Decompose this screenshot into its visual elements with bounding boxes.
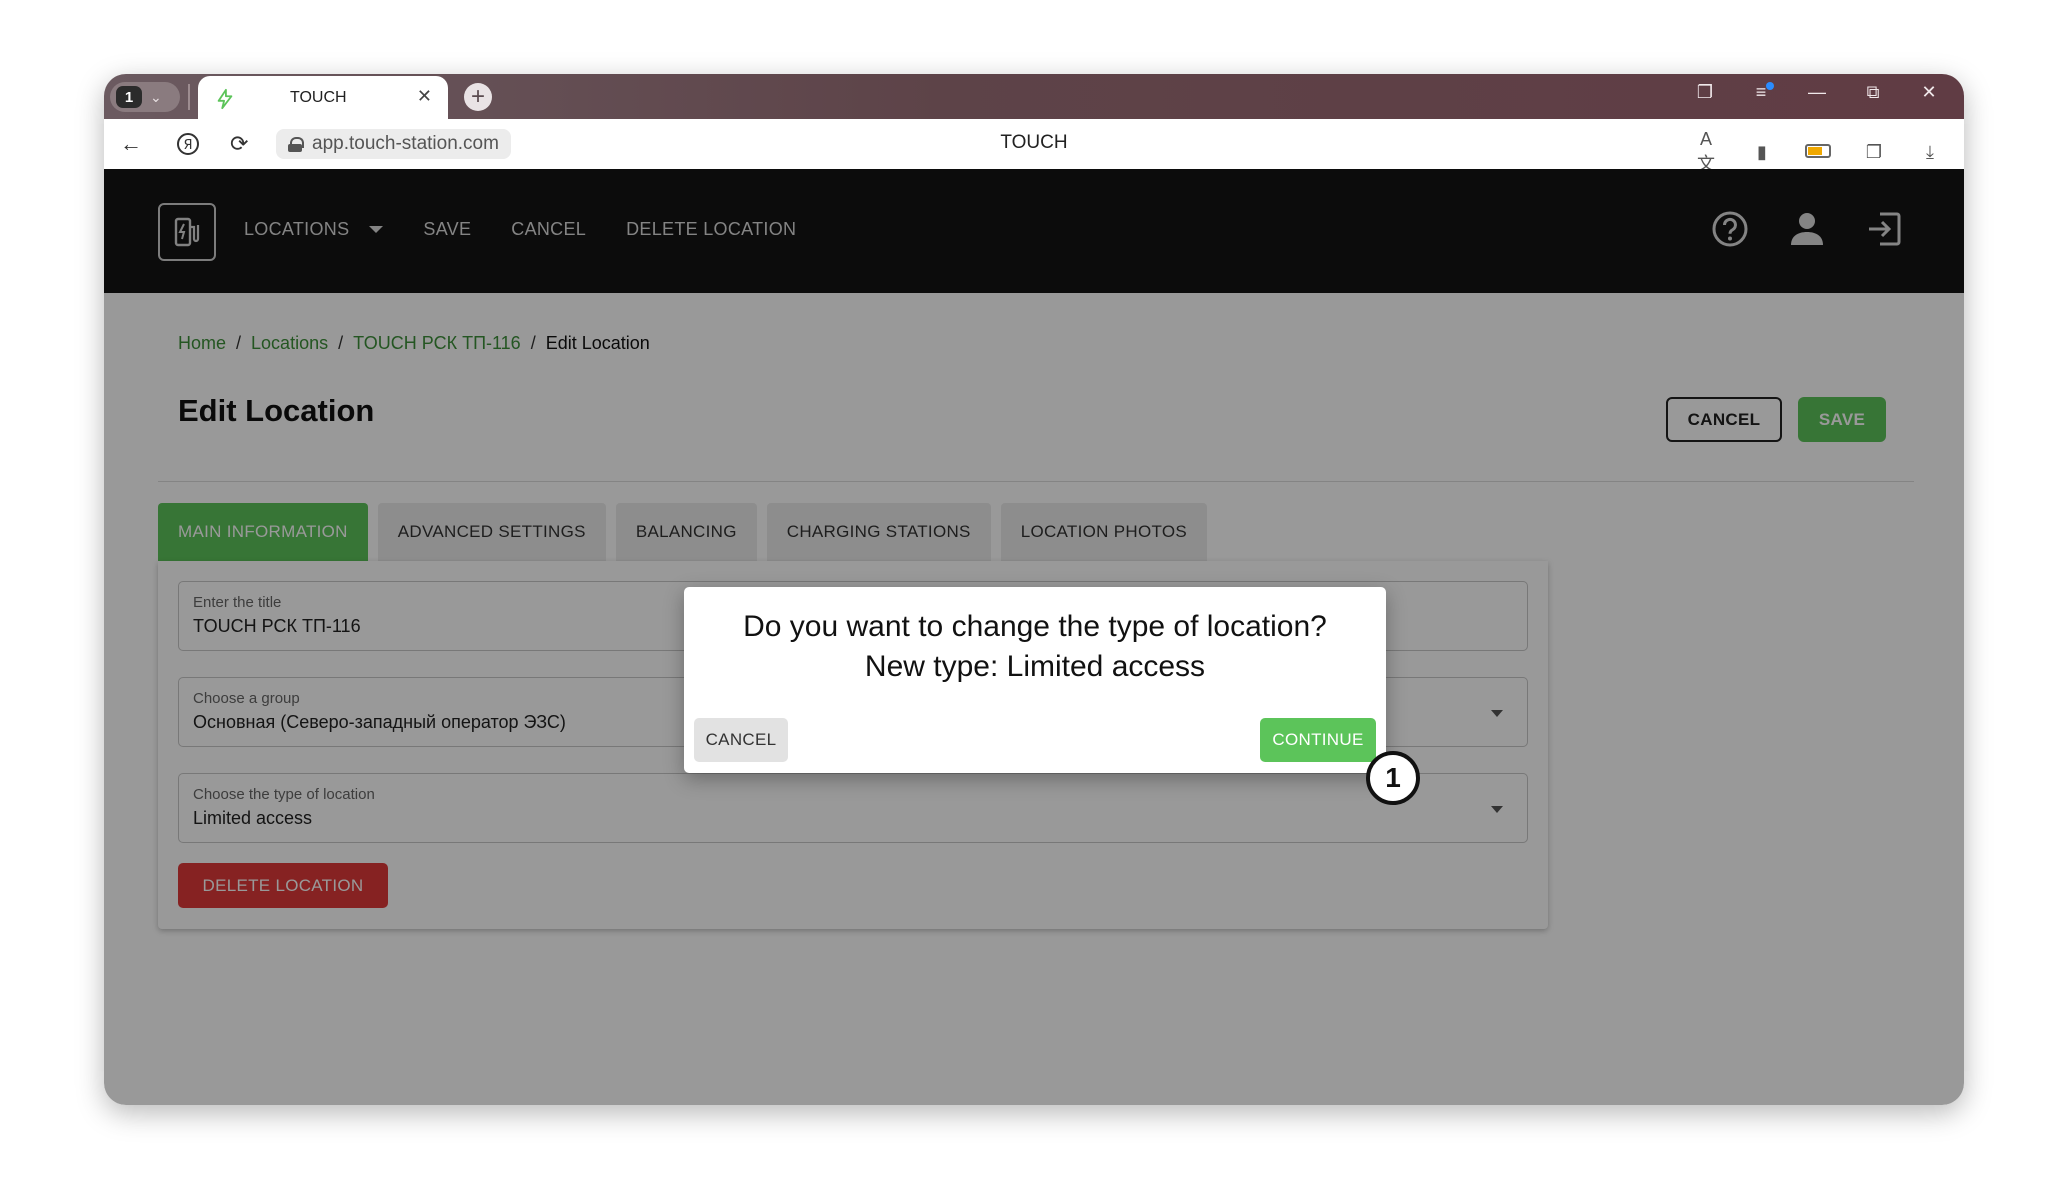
minimize-icon[interactable]: —: [1802, 82, 1832, 103]
tab-separator: [188, 84, 190, 110]
bookmark-icon[interactable]: ▮: [1748, 142, 1776, 163]
tab-counter-button[interactable]: 1 ⌄: [110, 82, 180, 112]
notification-dot: [1766, 82, 1774, 90]
chevron-down-icon: ⌄: [150, 88, 162, 105]
bookmarks-icon[interactable]: ❐: [1690, 82, 1720, 103]
window-controls: ❐ ≡ — ⧉ ✕: [1690, 82, 1944, 103]
app-root: LOCATIONS SAVE CANCEL DELETE LOCATION Ho…: [104, 169, 1964, 1105]
menu-icon[interactable]: ≡: [1746, 82, 1776, 103]
tab-close-icon[interactable]: ✕: [417, 86, 432, 107]
collections-icon[interactable]: ❐: [1860, 142, 1888, 163]
step-number-badge: 1: [1366, 751, 1420, 805]
dialog-continue-button[interactable]: CONTINUE: [1260, 718, 1376, 762]
dialog-message: Do you want to change the type of locati…: [743, 610, 1327, 683]
lightning-favicon-icon: [217, 88, 233, 110]
page-title-text: TOUCH: [1000, 132, 1068, 153]
restore-icon[interactable]: ⧉: [1858, 82, 1888, 103]
browser-tab-active[interactable]: TOUCH ✕: [198, 76, 448, 119]
address-bar: ← Я ⟳ app.touch-station.com TOUCH A文 ▮ ❐…: [104, 119, 1964, 174]
browser-window: 1 ⌄ TOUCH ✕ + ❐ ≡ — ⧉ ✕ ← Я ⟳ app.touch-…: [104, 74, 1964, 1105]
new-tab-plus-icon[interactable]: +: [464, 83, 492, 111]
tab-count-badge: 1: [116, 86, 142, 108]
download-icon[interactable]: ⤓: [1916, 142, 1944, 163]
dialog-cancel-button[interactable]: CANCEL: [694, 718, 788, 762]
close-window-icon[interactable]: ✕: [1914, 82, 1944, 103]
browser-tab-strip: 1 ⌄ TOUCH ✕ + ❐ ≡ — ⧉ ✕: [104, 74, 1964, 119]
change-type-dialog: Do you want to change the type of locati…: [684, 587, 1386, 773]
browser-tab-title: TOUCH: [290, 89, 347, 106]
battery-saver-icon[interactable]: [1804, 142, 1832, 163]
